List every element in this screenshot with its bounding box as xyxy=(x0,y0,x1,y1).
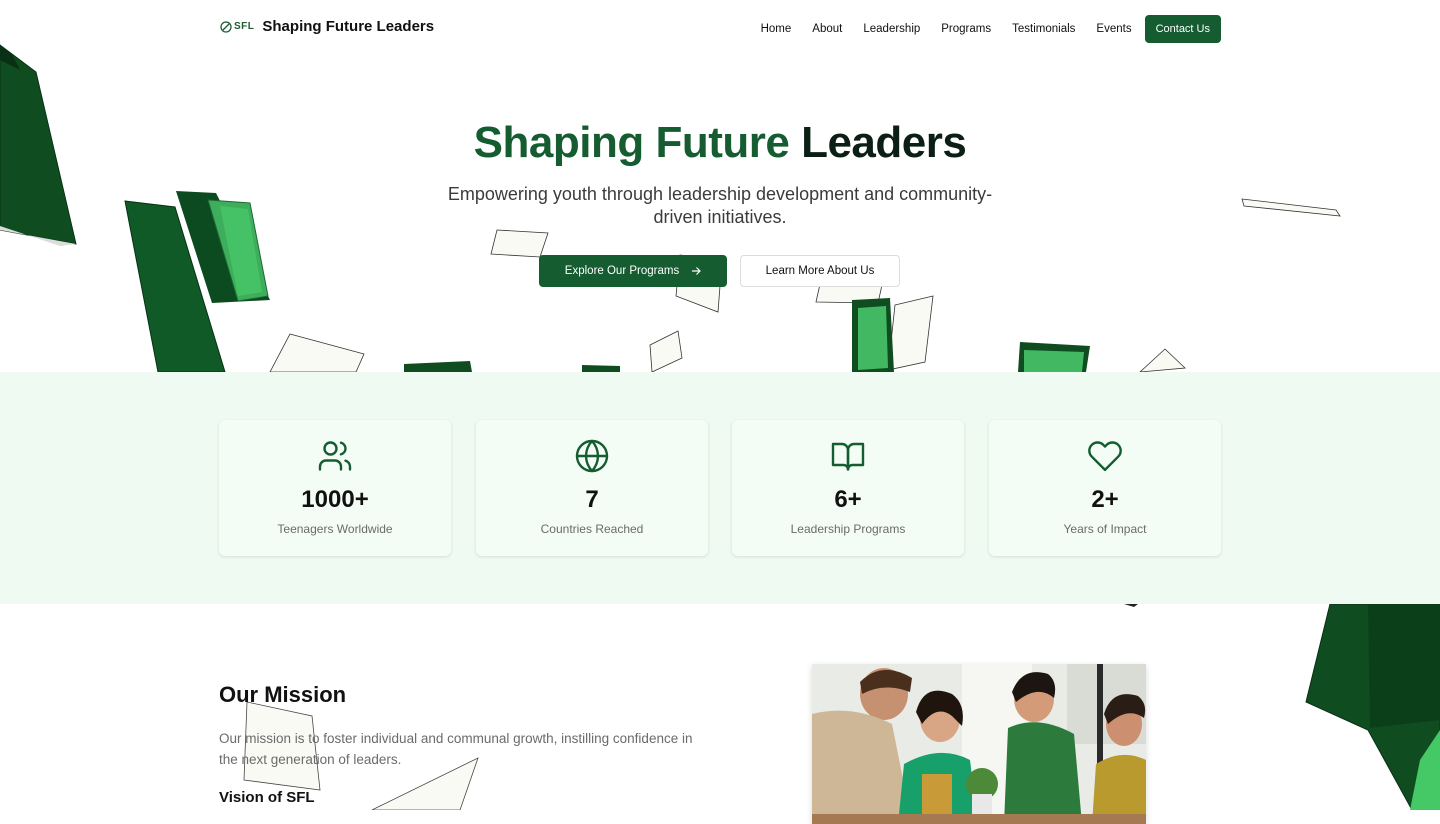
mission-title: Our Mission xyxy=(219,682,347,707)
mission-text: Our mission is to foster individual and … xyxy=(219,731,693,767)
stat-value: 1000+ xyxy=(301,486,369,513)
explore-programs-button[interactable]: Explore Our Programs xyxy=(539,255,727,287)
hero-subtitle: Empowering youth through leadership deve… xyxy=(447,184,993,227)
stat-card-years: 2+ Years of Impact xyxy=(989,420,1221,556)
team-collaboration-photo xyxy=(812,664,1146,824)
top-navigation: SFL Shaping Future Leaders Home About Le… xyxy=(0,0,1440,60)
contact-us-button[interactable]: Contact Us xyxy=(1144,15,1221,43)
stat-card-programs: 6+ Leadership Programs xyxy=(732,420,964,556)
nav-link-leadership[interactable]: Leadership xyxy=(863,23,920,35)
vision-title: Vision of SFL xyxy=(219,789,315,806)
brand-name: Shaping Future Leaders xyxy=(262,18,435,35)
stat-label: Countries Reached xyxy=(540,522,644,536)
stat-label: Years of Impact xyxy=(1063,522,1147,536)
hero-title-word-1: Shaping xyxy=(473,118,645,167)
heart-icon xyxy=(1088,441,1122,472)
brand[interactable]: SFL Shaping Future Leaders xyxy=(220,18,434,35)
users-icon xyxy=(318,441,352,471)
nav-link-events[interactable]: Events xyxy=(1096,23,1131,35)
stat-card-teenagers: 1000+ Teenagers Worldwide xyxy=(219,420,451,556)
learn-more-label: Learn More About Us xyxy=(765,265,875,277)
hero-title-word-3: Leaders xyxy=(801,118,967,167)
stats-section: 1000+ Teenagers Worldwide 7 Countries Re… xyxy=(0,372,1440,604)
nav-link-about[interactable]: About xyxy=(812,23,842,35)
logo-text: SFL xyxy=(234,21,255,32)
stat-value: 6+ xyxy=(834,486,862,513)
stat-label: Teenagers Worldwide xyxy=(277,522,393,536)
learn-more-button[interactable]: Learn More About Us xyxy=(740,255,900,287)
book-open-icon xyxy=(831,442,865,471)
leaf-icon xyxy=(220,20,232,33)
stat-card-countries: 7 Countries Reached xyxy=(476,420,708,556)
arrow-right-icon xyxy=(692,267,702,275)
main-menu: Home About Leadership Programs Testimoni… xyxy=(761,15,1221,43)
hero-title-word-2: Future xyxy=(655,118,790,167)
nav-link-home[interactable]: Home xyxy=(761,23,792,35)
nav-link-programs[interactable]: Programs xyxy=(941,23,991,35)
globe-icon xyxy=(575,439,609,473)
stat-value: 7 xyxy=(585,486,599,513)
nav-link-testimonials[interactable]: Testimonials xyxy=(1012,23,1075,35)
sfl-logo: SFL xyxy=(220,20,255,33)
stat-value: 2+ xyxy=(1091,486,1119,513)
hero-title: Shaping Future Leaders xyxy=(0,118,1440,168)
stat-label: Leadership Programs xyxy=(790,522,906,536)
explore-programs-label: Explore Our Programs xyxy=(564,265,680,277)
